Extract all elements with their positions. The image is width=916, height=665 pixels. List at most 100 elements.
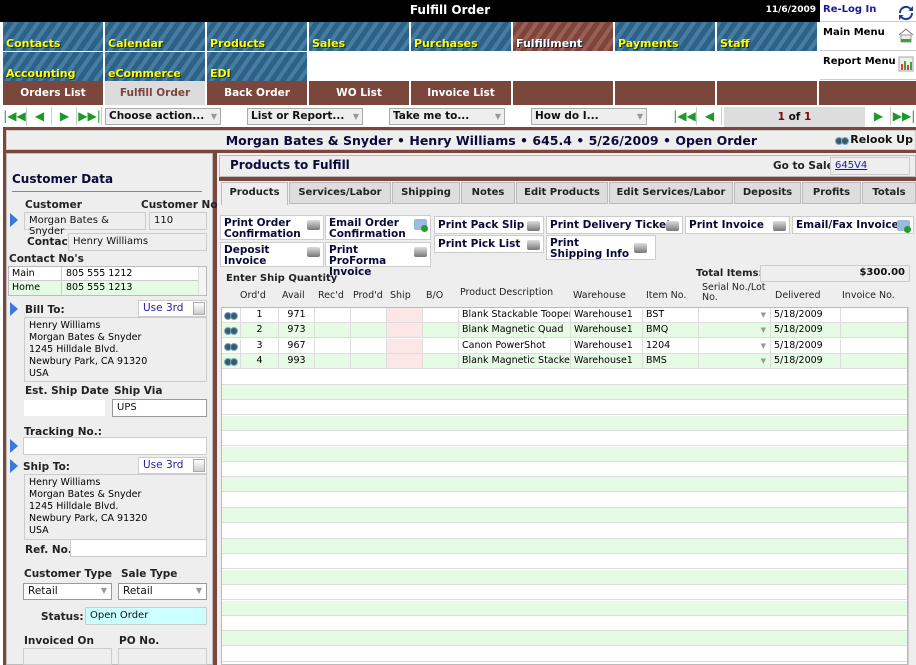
empty-row xyxy=(222,385,907,400)
tab-services-labor[interactable]: Services/Labor xyxy=(289,182,391,204)
choose-action-dropdown[interactable]: Choose action... ▼ xyxy=(105,108,221,125)
bill-to-address[interactable]: Henry Williams Morgan Bates & Snyder 124… xyxy=(24,317,207,382)
tab-shipping[interactable]: Shipping xyxy=(392,182,460,204)
module-payments[interactable]: Payments xyxy=(615,22,715,51)
last-record-icon[interactable]: ▶▶| xyxy=(78,107,102,125)
contact-field[interactable]: Henry Williams xyxy=(68,233,207,251)
ship-to-arrow-icon[interactable] xyxy=(10,459,18,473)
est-ship-date-input[interactable] xyxy=(23,399,106,417)
deposit-invoice-button[interactable]: Deposit Invoice xyxy=(220,242,324,267)
cell-ship[interactable] xyxy=(387,338,423,353)
module-accounting[interactable]: Accounting xyxy=(3,52,103,81)
table-row[interactable]: 4 993 Blank Magnetic Stacker Warehouse1 BMS ▼… xyxy=(222,354,907,370)
module-contacts[interactable]: Contacts xyxy=(3,22,103,51)
module-fulfillment[interactable]: Fulfillment xyxy=(513,22,613,51)
relogin-button[interactable]: Re-Log In xyxy=(820,0,916,22)
bill-to-arrow-icon[interactable] xyxy=(10,302,18,316)
print-shipping-info-button[interactable]: Print Shipping Info xyxy=(546,235,656,260)
cell-serial[interactable]: ▼ xyxy=(699,323,771,338)
take-me-to-dropdown[interactable]: Take me to... ▼ xyxy=(389,108,505,125)
print-pack-slip-button[interactable]: Print Pack Slip xyxy=(434,216,544,234)
email-fax-invoice-button[interactable]: Email/Fax Invoice xyxy=(792,216,914,234)
email-order-confirmation-button[interactable]: Email Order Confirmation xyxy=(325,215,431,240)
print-order-confirmation-button[interactable]: Print Order Confirmation xyxy=(220,215,324,240)
print-proforma-invoice-button[interactable]: Print ProForma Invoice xyxy=(325,242,431,278)
tab-totals[interactable]: Totals xyxy=(862,182,916,204)
cell-ship[interactable] xyxy=(387,323,423,338)
go-to-sale-link[interactable]: 645V4 xyxy=(830,157,910,175)
go-to-customer-icon[interactable] xyxy=(10,213,18,227)
module-staff[interactable]: Staff xyxy=(717,22,817,51)
contact-scrollbar[interactable] xyxy=(198,267,206,295)
tab-deposits[interactable]: Deposits xyxy=(734,182,801,204)
checkbox[interactable] xyxy=(193,302,205,315)
ship-to-address[interactable]: Henry Williams Morgan Bates & Snyder 124… xyxy=(24,474,207,540)
email-icon xyxy=(414,219,428,232)
checkbox[interactable] xyxy=(193,459,205,472)
empty-row xyxy=(222,600,907,616)
customer-type-select[interactable]: Retail ▼ xyxy=(23,583,112,600)
first-record-icon[interactable]: |◀◀ xyxy=(3,107,27,125)
view-item-button[interactable] xyxy=(222,323,241,338)
tab-profits[interactable]: Profits xyxy=(802,182,861,204)
print-pick-list-button[interactable]: Print Pick List xyxy=(434,235,544,253)
subtab-fulfill-order[interactable]: Fulfill Order xyxy=(105,81,205,105)
subtab-wo-list[interactable]: WO List xyxy=(309,81,409,105)
pager-next-icon[interactable]: ▶ xyxy=(867,107,891,125)
subtab-orders-list[interactable]: Orders List xyxy=(3,81,103,105)
module-edi[interactable]: EDI xyxy=(207,52,307,81)
po-no-field[interactable] xyxy=(118,648,207,665)
view-item-button[interactable] xyxy=(222,308,241,322)
contact-number: 805 555 1213 xyxy=(61,281,132,295)
list-or-report-dropdown[interactable]: List or Report... ▼ xyxy=(247,108,363,125)
ship-via-input[interactable]: UPS xyxy=(112,399,207,417)
module-sales[interactable]: Sales xyxy=(309,22,409,51)
module-products[interactable]: Products xyxy=(207,22,307,51)
subtab-invoice-list[interactable]: Invoice List xyxy=(411,81,511,105)
view-item-button[interactable] xyxy=(222,338,241,353)
tab-notes[interactable]: Notes xyxy=(461,182,515,204)
chevron-down-icon: ▼ xyxy=(760,311,766,319)
table-row[interactable]: 1 971 Blank Stackable Tooper Warehouse1 BST ▼… xyxy=(222,308,907,323)
cell-serial[interactable]: ▼ xyxy=(699,338,771,353)
cell-serial[interactable]: ▼ xyxy=(699,308,771,322)
contact-row[interactable]: Home 805 555 1213 xyxy=(9,281,199,295)
print-delivery-ticket-button[interactable]: Print Delivery Ticket xyxy=(546,216,683,234)
main-menu-button[interactable]: Main Menu xyxy=(820,22,916,51)
ref-no-input[interactable] xyxy=(70,539,207,557)
relook-up-button[interactable]: Relook Up xyxy=(835,133,913,146)
cell-serial[interactable]: ▼ xyxy=(699,354,771,369)
pager-first-icon[interactable]: |◀◀ xyxy=(673,107,697,125)
grid-scrollbar[interactable] xyxy=(908,307,916,665)
cell-ship[interactable] xyxy=(387,308,423,322)
table-row[interactable]: 2 973 Blank Magnetic Quad Warehouse1 BMQ ▼ 5/1… xyxy=(222,323,907,339)
sale-type-select[interactable]: Retail ▼ xyxy=(118,583,207,600)
tracking-input[interactable] xyxy=(23,437,207,455)
cell-ship[interactable] xyxy=(387,354,423,369)
tab-edit-services-labor[interactable]: Edit Services/Labor xyxy=(609,182,733,204)
prev-record-icon[interactable]: ◀ xyxy=(28,107,52,125)
module-calendar[interactable]: Calendar xyxy=(105,22,205,51)
module-purchases[interactable]: Purchases xyxy=(411,22,511,51)
subtab-back-order[interactable]: Back Order xyxy=(207,81,307,105)
pager-last-icon[interactable]: ▶▶| xyxy=(892,107,916,125)
tab-edit-products[interactable]: Edit Products xyxy=(516,182,608,204)
tracking-arrow-icon[interactable] xyxy=(10,439,18,453)
customer-field[interactable]: Morgan Bates & Snyder xyxy=(24,212,146,237)
how-do-i-dropdown[interactable]: How do I... ▼ xyxy=(531,108,647,125)
ship-to-use3rd-toggle[interactable]: Use 3rd xyxy=(138,457,207,474)
print-invoice-button[interactable]: Print Invoice xyxy=(685,216,790,234)
next-record-icon[interactable]: ▶ xyxy=(53,107,77,125)
view-item-button[interactable] xyxy=(222,354,241,369)
report-menu-button[interactable]: Report Menu xyxy=(820,51,916,80)
customer-no-field[interactable]: 110 xyxy=(149,212,207,230)
module-ecommerce[interactable]: eCommerce xyxy=(105,52,205,81)
pager-prev-icon[interactable]: ◀ xyxy=(698,107,722,125)
bill-to-use3rd-toggle[interactable]: Use 3rd xyxy=(138,300,207,317)
main-title: Products to Fulfill xyxy=(230,158,350,172)
contact-row[interactable]: Main 805 555 1212 xyxy=(9,267,199,281)
cell-item: BMS xyxy=(643,354,699,369)
invoiced-on-field[interactable] xyxy=(23,648,112,665)
tab-products[interactable]: Products xyxy=(221,182,288,205)
table-row[interactable]: 3 967 Canon PowerShot Warehouse1 1204 ▼ 5/18/2… xyxy=(222,338,907,354)
